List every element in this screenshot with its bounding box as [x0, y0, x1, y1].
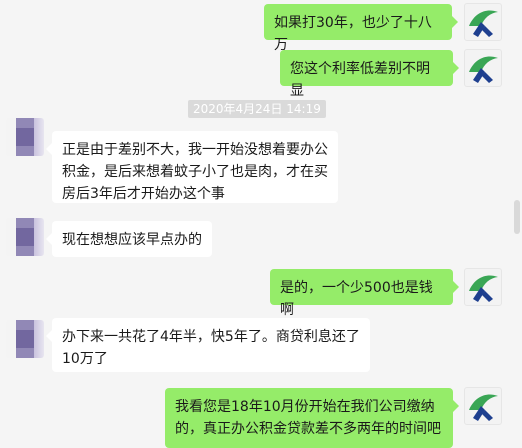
bird-logo-icon[interactable] [464, 49, 502, 87]
timestamp: 2020年4月24日 14:19 [188, 100, 326, 118]
bird-logo-icon[interactable] [464, 387, 502, 425]
message-bubble[interactable]: 您这个利率低差别不明显 [280, 50, 459, 99]
contact-avatar[interactable] [6, 118, 44, 156]
message-bubble[interactable]: 办下来一共花了4年半，快5年了。商贷利息还了10万了 [46, 318, 370, 372]
scrollbar[interactable] [514, 0, 520, 435]
message-bubble[interactable]: 是的，一个少500也是钱啊 [270, 269, 459, 318]
message-bubble[interactable]: 现在想想应该早点办的 [46, 221, 212, 257]
contact-avatar[interactable] [6, 320, 44, 358]
message-bubble[interactable]: 如果打30年，也少了十八万 [264, 4, 458, 53]
message-bubble[interactable]: 正是由于差别不大，我一开始没想着要办公积金，是后来想着蚊子小了也是肉，才在买房后… [46, 131, 338, 203]
bird-logo-icon[interactable] [464, 3, 502, 41]
contact-avatar[interactable] [6, 218, 44, 256]
bird-logo-icon[interactable] [464, 268, 502, 306]
scrollbar-thumb[interactable] [514, 200, 520, 234]
message-bubble[interactable]: 我看您是18年10月份开始在我们公司缴纳的，真正办公积金贷款差不多两年的时间吧 [165, 388, 459, 448]
